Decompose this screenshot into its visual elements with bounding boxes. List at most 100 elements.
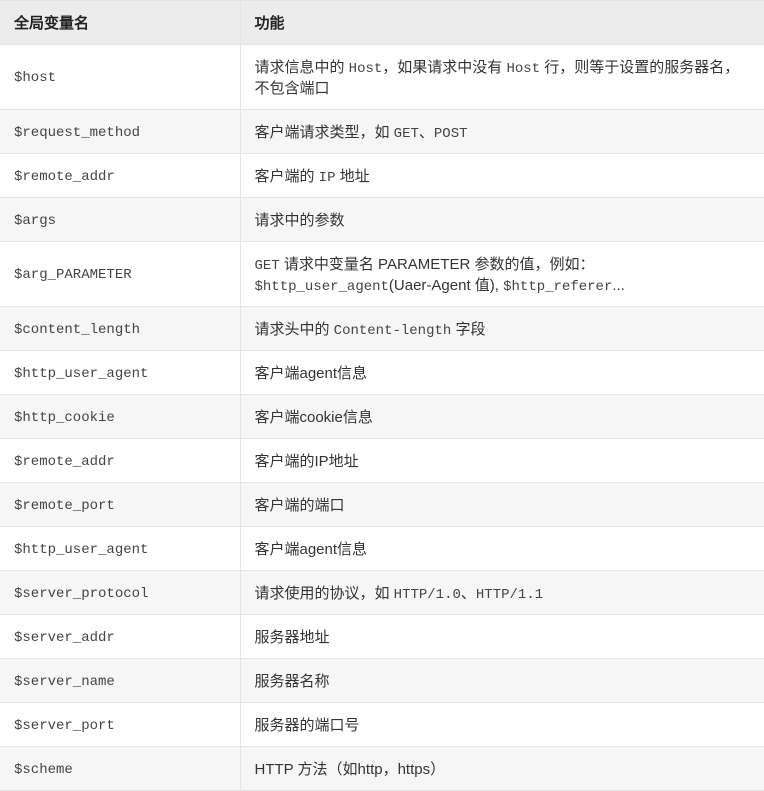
cell-function-desc: 客户端agent信息 bbox=[240, 351, 764, 395]
variable-name: $arg_PARAMETER bbox=[14, 267, 132, 283]
cell-function-desc: HTTP 方法（如http，https） bbox=[240, 747, 764, 791]
cell-function-desc: 请求信息中的 Host，如果请求中没有 Host 行，则等于设置的服务器名，不包… bbox=[240, 45, 764, 110]
variable-name: $http_user_agent bbox=[14, 366, 148, 382]
cell-variable-name: $request_method bbox=[0, 110, 240, 154]
header-variable-name: 全局变量名 bbox=[0, 1, 240, 45]
text-fragment: HTTP 方法（如http，https） bbox=[255, 761, 446, 778]
cell-variable-name: $http_user_agent bbox=[0, 527, 240, 571]
table-row: $http_user_agent 客户端agent信息 bbox=[0, 351, 764, 395]
text-fragment: 请求信息中的 bbox=[255, 59, 349, 76]
variable-name: $scheme bbox=[14, 762, 73, 778]
cell-function-desc: 客户端cookie信息 bbox=[240, 395, 764, 439]
table-header-row: 全局变量名 功能 bbox=[0, 1, 764, 45]
cell-variable-name: $remote_addr bbox=[0, 154, 240, 198]
table-row: $http_user_agent 客户端agent信息 bbox=[0, 527, 764, 571]
cell-function-desc: 客户端的IP地址 bbox=[240, 439, 764, 483]
cell-variable-name: $arg_PARAMETER bbox=[0, 242, 240, 307]
cell-variable-name: $http_cookie bbox=[0, 395, 240, 439]
table-row: $arg_PARAMETER GET 请求中变量名 PARAMETER 参数的值，… bbox=[0, 242, 764, 307]
cell-function-desc: 客户端agent信息 bbox=[240, 527, 764, 571]
variable-name: $content_length bbox=[14, 322, 140, 338]
code-fragment: HTTP/1.1 bbox=[476, 587, 543, 603]
text-fragment: 、 bbox=[461, 585, 476, 602]
text-fragment: 地址 bbox=[335, 168, 369, 185]
table-row: $remote_port 客户端的端口 bbox=[0, 483, 764, 527]
text-fragment: 请求头中的 bbox=[255, 321, 334, 338]
variable-name: $remote_addr bbox=[14, 169, 115, 185]
variable-name: $server_port bbox=[14, 718, 115, 734]
text-fragment: 请求中变量名 PARAMETER 参数的值，例如： bbox=[280, 256, 595, 273]
text-fragment: 客户端的IP地址 bbox=[255, 453, 359, 470]
variable-name: $server_addr bbox=[14, 630, 115, 646]
nginx-vars-table: 全局变量名 功能 $host 请求信息中的 Host，如果请求中没有 Host 行… bbox=[0, 0, 764, 791]
cell-function-desc: 请求使用的协议，如 HTTP/1.0、HTTP/1.1 bbox=[240, 571, 764, 615]
variable-name: $server_name bbox=[14, 674, 115, 690]
text-fragment: ，如果请求中没有 bbox=[382, 59, 506, 76]
text-fragment: 服务器的端口号 bbox=[255, 717, 360, 734]
cell-variable-name: $host bbox=[0, 45, 240, 110]
code-fragment: $http_user_agent bbox=[255, 279, 389, 295]
variable-name: $host bbox=[14, 70, 56, 86]
code-fragment: Content-length bbox=[334, 323, 452, 339]
variable-name: $args bbox=[14, 213, 56, 229]
table-row: $scheme HTTP 方法（如http，https） bbox=[0, 747, 764, 791]
variable-name: $http_cookie bbox=[14, 410, 115, 426]
code-fragment: IP bbox=[319, 170, 336, 186]
cell-variable-name: $server_addr bbox=[0, 615, 240, 659]
table-row: $host 请求信息中的 Host，如果请求中没有 Host 行，则等于设置的服务… bbox=[0, 45, 764, 110]
cell-function-desc: 服务器的端口号 bbox=[240, 703, 764, 747]
table-row: $remote_addr 客户端的IP地址 bbox=[0, 439, 764, 483]
cell-variable-name: $server_name bbox=[0, 659, 240, 703]
text-fragment: 客户端cookie信息 bbox=[255, 409, 373, 426]
variable-name: $remote_port bbox=[14, 498, 115, 514]
cell-function-desc: 客户端的 IP 地址 bbox=[240, 154, 764, 198]
cell-variable-name: $scheme bbox=[0, 747, 240, 791]
text-fragment: 客户端的 bbox=[255, 168, 319, 185]
text-fragment: 服务器名称 bbox=[255, 673, 330, 690]
variable-name: $http_user_agent bbox=[14, 542, 148, 558]
cell-function-desc: 客户端的端口 bbox=[240, 483, 764, 527]
text-fragment: 请求使用的协议，如 bbox=[255, 585, 394, 602]
cell-function-desc: 请求头中的 Content-length 字段 bbox=[240, 307, 764, 351]
cell-function-desc: 服务器地址 bbox=[240, 615, 764, 659]
cell-variable-name: $remote_port bbox=[0, 483, 240, 527]
code-fragment: POST bbox=[434, 126, 468, 142]
text-fragment: 客户端的端口 bbox=[255, 497, 345, 514]
table-row: $http_cookie 客户端cookie信息 bbox=[0, 395, 764, 439]
table-row: $server_protocol 请求使用的协议，如 HTTP/1.0、HTTP/… bbox=[0, 571, 764, 615]
code-fragment: HTTP/1.0 bbox=[394, 587, 461, 603]
variable-name: $request_method bbox=[14, 125, 140, 141]
table-row: $server_addr 服务器地址 bbox=[0, 615, 764, 659]
header-function: 功能 bbox=[240, 1, 764, 45]
text-fragment: 请求中的参数 bbox=[255, 212, 345, 229]
cell-function-desc: 客户端请求类型，如 GET、POST bbox=[240, 110, 764, 154]
cell-variable-name: $server_protocol bbox=[0, 571, 240, 615]
table-row: $request_method 客户端请求类型，如 GET、POST bbox=[0, 110, 764, 154]
cell-function-desc: 服务器名称 bbox=[240, 659, 764, 703]
cell-variable-name: $http_user_agent bbox=[0, 351, 240, 395]
code-fragment: Host bbox=[506, 61, 540, 77]
table-row: $server_name 服务器名称 bbox=[0, 659, 764, 703]
table-row: $content_length 请求头中的 Content-length 字段 bbox=[0, 307, 764, 351]
code-fragment: Host bbox=[349, 61, 383, 77]
cell-variable-name: $server_port bbox=[0, 703, 240, 747]
cell-variable-name: $content_length bbox=[0, 307, 240, 351]
cell-variable-name: $remote_addr bbox=[0, 439, 240, 483]
text-fragment: 客户端agent信息 bbox=[255, 365, 368, 382]
code-fragment: GET bbox=[394, 126, 419, 142]
variable-name: $server_protocol bbox=[14, 586, 148, 602]
text-fragment: 客户端agent信息 bbox=[255, 541, 368, 558]
variable-name: $remote_addr bbox=[14, 454, 115, 470]
text-fragment: 字段 bbox=[451, 321, 485, 338]
code-fragment: $http_referer bbox=[503, 279, 612, 295]
table-row: $remote_addr 客户端的 IP 地址 bbox=[0, 154, 764, 198]
table-row: $server_port 服务器的端口号 bbox=[0, 703, 764, 747]
text-fragment: 、 bbox=[419, 124, 434, 141]
text-fragment: 服务器地址 bbox=[255, 629, 330, 646]
table-row: $args 请求中的参数 bbox=[0, 198, 764, 242]
cell-variable-name: $args bbox=[0, 198, 240, 242]
cell-function-desc: 请求中的参数 bbox=[240, 198, 764, 242]
cell-function-desc: GET 请求中变量名 PARAMETER 参数的值，例如：$http_user_… bbox=[240, 242, 764, 307]
text-fragment: (Uaer-Agent 值), bbox=[389, 277, 503, 294]
text-fragment: 客户端请求类型，如 bbox=[255, 124, 394, 141]
